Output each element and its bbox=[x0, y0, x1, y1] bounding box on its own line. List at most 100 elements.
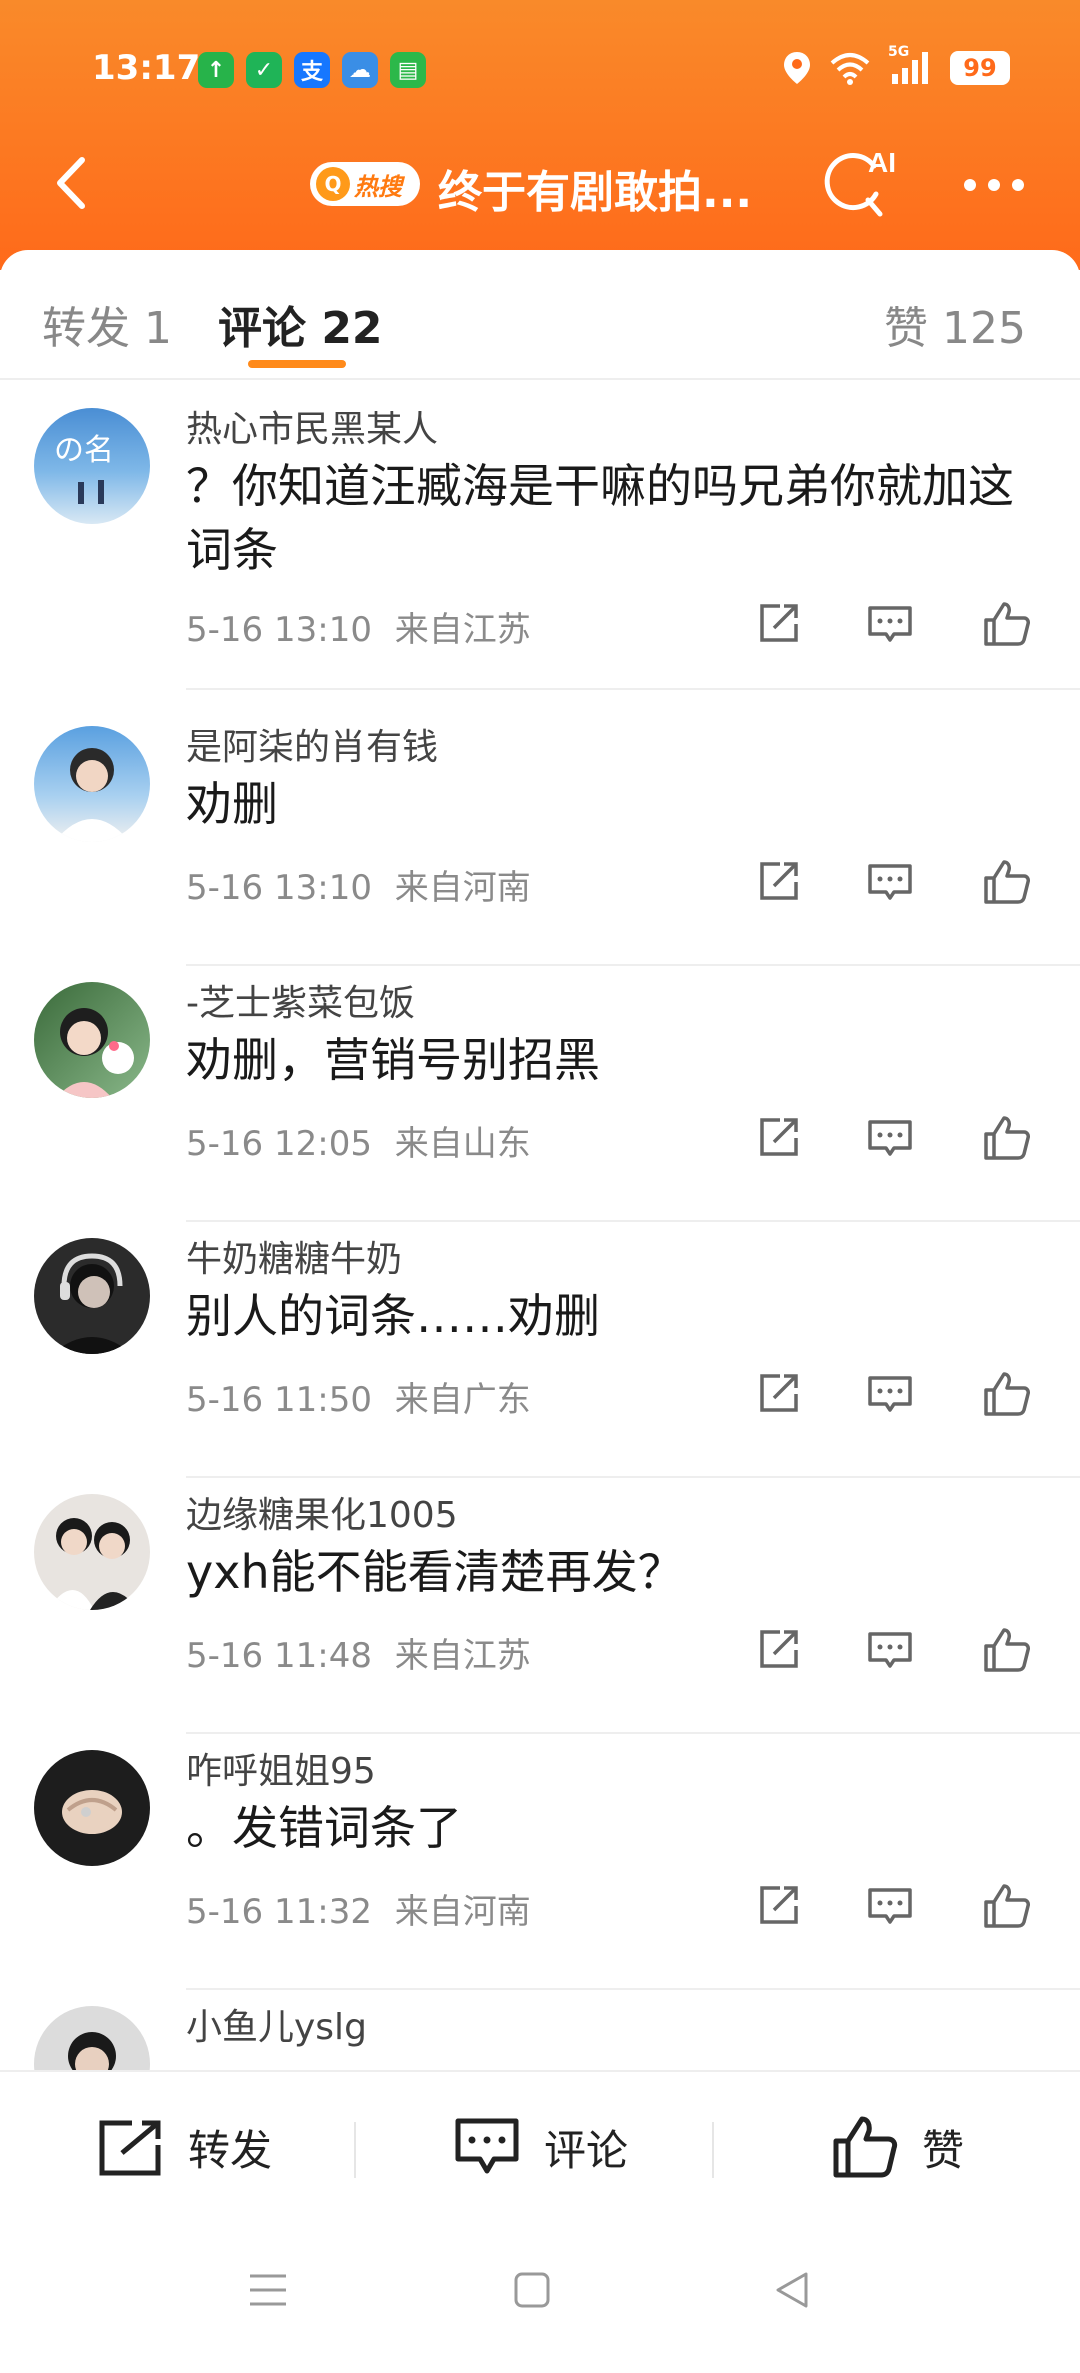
tab-likes[interactable]: 赞 125 bbox=[884, 292, 1026, 356]
comment-item: の名 热心市民黑某人 ？你知道汪臧海是干嘛的吗兄弟你就加这词条 5-16 13:… bbox=[0, 392, 1080, 690]
comment-location: 来自河南 bbox=[394, 1892, 531, 1932]
comment-time: 5-16 12:05 bbox=[186, 1124, 372, 1164]
comment-meta: 5-16 12:05 来自山东 bbox=[186, 1116, 531, 1165]
repost-icon[interactable] bbox=[750, 596, 806, 652]
comment-username[interactable]: 牛奶糖糖牛奶 bbox=[186, 1230, 402, 1282]
avatar[interactable]: の名 bbox=[34, 408, 150, 524]
avatar[interactable] bbox=[34, 726, 150, 842]
comment-location: 来自山东 bbox=[394, 1124, 531, 1164]
hot-search-label: 热搜 bbox=[354, 172, 402, 201]
comment-username[interactable]: 咋呼姐姐95 bbox=[186, 1742, 376, 1794]
comment-text: yxh能不能看清楚再发？ bbox=[186, 1545, 684, 1599]
dot-icon bbox=[988, 179, 1000, 191]
comment-text: 劝删，营销号别招黑 bbox=[186, 1033, 600, 1087]
like-icon[interactable] bbox=[978, 596, 1034, 652]
like-icon[interactable] bbox=[978, 1622, 1034, 1678]
home-nav-icon[interactable] bbox=[512, 2270, 552, 2310]
comment-meta: 5-16 13:10 来自河南 bbox=[186, 860, 531, 909]
tab-comments[interactable]: 评论 22 bbox=[218, 292, 383, 356]
comment-item: -芝士紫菜包饭 劝删，营销号别招黑 5-16 12:05 来自山东 bbox=[0, 966, 1080, 1222]
more-options-button[interactable] bbox=[954, 160, 1034, 210]
avatar[interactable] bbox=[34, 2006, 150, 2070]
message-icon: ▤ bbox=[390, 52, 426, 88]
system-nav-bar bbox=[0, 2210, 1080, 2373]
avatar[interactable] bbox=[34, 1494, 150, 1610]
comment-actions bbox=[750, 1622, 1050, 1682]
like-label: 赞 bbox=[922, 2125, 965, 2175]
status-bar: 13:17 ↑ ✓ 支 ☁ ▤ 5G 99 bbox=[0, 40, 1080, 100]
dot-icon bbox=[1012, 179, 1024, 191]
comment-username[interactable]: 边缘糖果化1005 bbox=[186, 1486, 458, 1538]
comment-button[interactable]: 评论 bbox=[452, 2112, 628, 2182]
notification-icons: ↑ ✓ 支 ☁ ▤ bbox=[198, 52, 426, 88]
like-icon[interactable] bbox=[978, 854, 1034, 910]
repost-icon[interactable] bbox=[750, 1110, 806, 1166]
comments-panel: 转发 1 评论 22 赞 125 の名 热心市民黑某人 ？你知道汪臧海是干嘛的吗… bbox=[0, 250, 1080, 2070]
repost-icon[interactable] bbox=[750, 1622, 806, 1678]
comment-icon bbox=[455, 2118, 519, 2174]
avatar[interactable] bbox=[34, 1238, 150, 1354]
back-button[interactable] bbox=[38, 148, 108, 218]
tab-repost[interactable]: 转发 1 bbox=[42, 292, 172, 356]
shield-icon: ✓ bbox=[246, 52, 282, 88]
comment-meta: 5-16 11:48 来自江苏 bbox=[186, 1628, 531, 1677]
page-title[interactable]: 终于有剧敢拍... bbox=[438, 156, 752, 220]
alipay-icon: 支 bbox=[294, 52, 330, 88]
comment-actions bbox=[750, 1110, 1050, 1170]
cellular-signal-icon: 5G bbox=[888, 44, 932, 86]
repost-icon[interactable] bbox=[750, 1366, 806, 1422]
separator bbox=[712, 2122, 714, 2178]
comment-label: 评论 bbox=[544, 2125, 629, 2175]
dot-icon bbox=[964, 179, 976, 191]
repost-button[interactable]: 转发 bbox=[96, 2112, 272, 2182]
active-tab-indicator bbox=[248, 360, 346, 368]
ai-search-button[interactable]: AI bbox=[818, 144, 898, 224]
comment-actions bbox=[750, 1366, 1050, 1426]
status-indicators: 5G 99 bbox=[782, 44, 1010, 86]
comment-icon[interactable] bbox=[862, 1878, 918, 1934]
comment-username[interactable]: 热心市民黑某人 bbox=[186, 400, 438, 452]
battery-indicator: 99 bbox=[950, 51, 1010, 85]
comment-item: 牛奶糖糖牛奶 别人的词条……劝删 5-16 11:50 来自广东 bbox=[0, 1222, 1080, 1478]
comment-icon[interactable] bbox=[862, 1110, 918, 1166]
avatar[interactable] bbox=[34, 1750, 150, 1866]
comment-time: 5-16 11:50 bbox=[186, 1380, 372, 1420]
like-icon[interactable] bbox=[978, 1110, 1034, 1166]
comment-icon[interactable] bbox=[862, 1622, 918, 1678]
comment-item: 小鱼儿yslg bbox=[0, 1990, 1080, 2070]
hot-search-badge[interactable]: Q 热搜 bbox=[310, 162, 420, 206]
comment-text: 别人的词条……劝删 bbox=[186, 1289, 600, 1343]
comment-time: 5-16 13:10 bbox=[186, 868, 372, 908]
comment-username[interactable]: 小鱼儿yslg bbox=[186, 1998, 367, 2050]
header: 13:17 ↑ ✓ 支 ☁ ▤ 5G 99 Q 热搜 终于有剧敢拍... AI bbox=[0, 0, 1080, 270]
back-nav-icon[interactable] bbox=[772, 2270, 812, 2310]
comment-icon[interactable] bbox=[862, 1366, 918, 1422]
comment-username[interactable]: -芝士紫菜包饭 bbox=[186, 974, 415, 1026]
repost-icon[interactable] bbox=[750, 854, 806, 910]
like-icon[interactable] bbox=[978, 1366, 1034, 1422]
location-icon bbox=[784, 52, 810, 84]
comment-item: 咋呼姐姐95 。发错词条了 5-16 11:32 来自河南 bbox=[0, 1734, 1080, 1990]
like-button[interactable]: 赞 bbox=[830, 2112, 964, 2182]
comment-actions bbox=[750, 854, 1050, 914]
avatar[interactable] bbox=[34, 982, 150, 1098]
like-icon[interactable] bbox=[978, 1878, 1034, 1934]
comment-icon[interactable] bbox=[862, 596, 918, 652]
repost-icon bbox=[99, 2120, 161, 2176]
comment-meta: 5-16 13:10 来自江苏 bbox=[186, 602, 531, 651]
like-icon bbox=[833, 2116, 898, 2178]
comment-username[interactable]: 是阿柒的肖有钱 bbox=[186, 718, 438, 770]
comment-actions bbox=[750, 596, 1050, 656]
nav-bar: Q 热搜 终于有剧敢拍... AI bbox=[0, 140, 1080, 230]
tab-divider bbox=[0, 378, 1080, 380]
comment-meta: 5-16 11:50 来自广东 bbox=[186, 1372, 531, 1421]
menu-nav-icon[interactable] bbox=[246, 2270, 290, 2310]
comment-text: 劝删 bbox=[186, 777, 278, 831]
update-icon: ↑ bbox=[198, 52, 234, 88]
weather-icon: ☁ bbox=[342, 52, 378, 88]
search-icon: Q bbox=[316, 167, 350, 201]
comment-icon[interactable] bbox=[862, 854, 918, 910]
comment-text: ？你知道汪臧海是干嘛的吗兄弟你就加这词条 bbox=[186, 459, 1014, 577]
repost-icon[interactable] bbox=[750, 1878, 806, 1934]
ai-search-icon: AI bbox=[824, 147, 896, 217]
